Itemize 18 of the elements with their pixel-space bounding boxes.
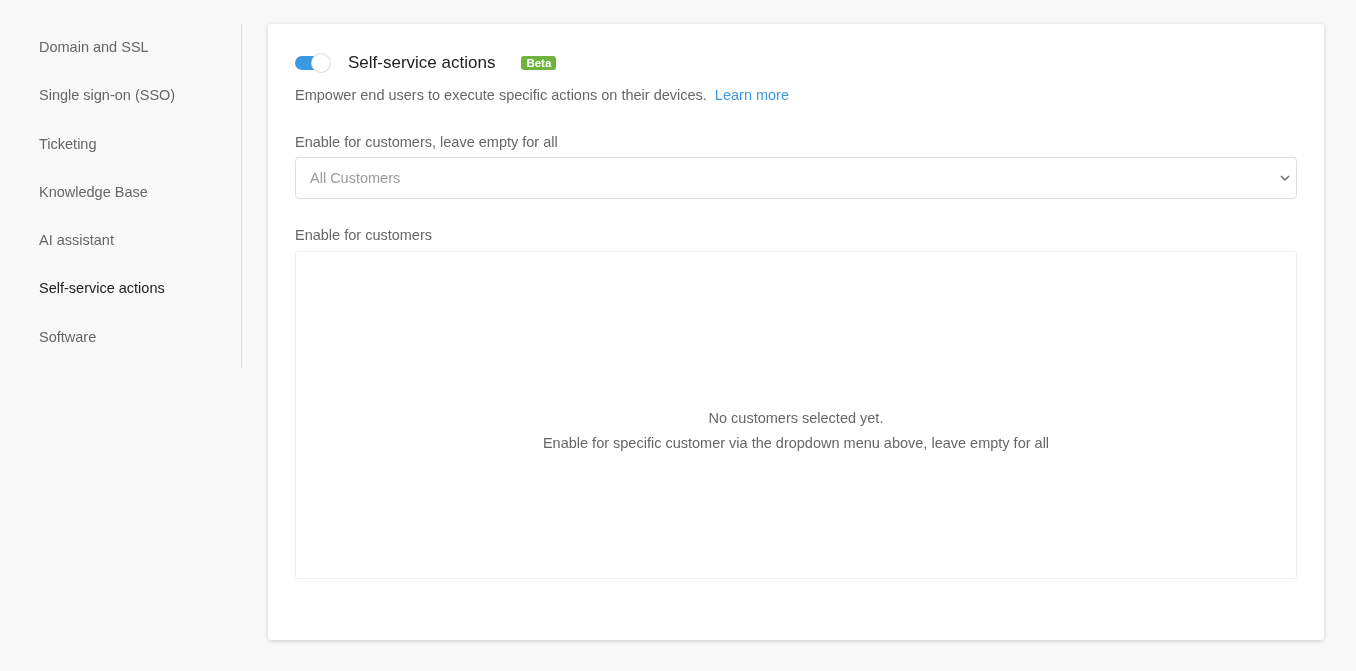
- toggle-switch[interactable]: [295, 56, 329, 70]
- empty-state-text: Enable for specific customer via the dropdown menu above, leave empty for all: [542, 434, 1050, 451]
- description-text: Empower end users to execute specific actions on their devices.: [295, 87, 707, 103]
- sidebar-item[interactable]: Ticketing: [39, 120, 241, 169]
- customer-select[interactable]: All Customers: [295, 157, 1297, 199]
- section-title: Self-service actions: [348, 53, 496, 73]
- sidebar-item[interactable]: Domain and SSL: [39, 24, 241, 73]
- field-label: Enable for customers, leave empty for all: [295, 134, 559, 150]
- empty-state-title: No customers selected yet.: [708, 409, 884, 426]
- learn-more-link[interactable]: Learn more: [714, 87, 789, 103]
- chevron-down-icon: [1280, 175, 1290, 181]
- beta-badge: Beta: [521, 56, 557, 70]
- sidebar-item[interactable]: Single sign-on (SSO): [39, 72, 241, 121]
- field-label: Enable for customers: [295, 227, 433, 243]
- sidebar-item[interactable]: AI assistant: [39, 217, 241, 266]
- sidebar-item[interactable]: Self-service actions: [39, 265, 241, 314]
- sidebar-item[interactable]: Software: [39, 313, 241, 363]
- sidebar-item[interactable]: Knowledge Base: [39, 168, 241, 218]
